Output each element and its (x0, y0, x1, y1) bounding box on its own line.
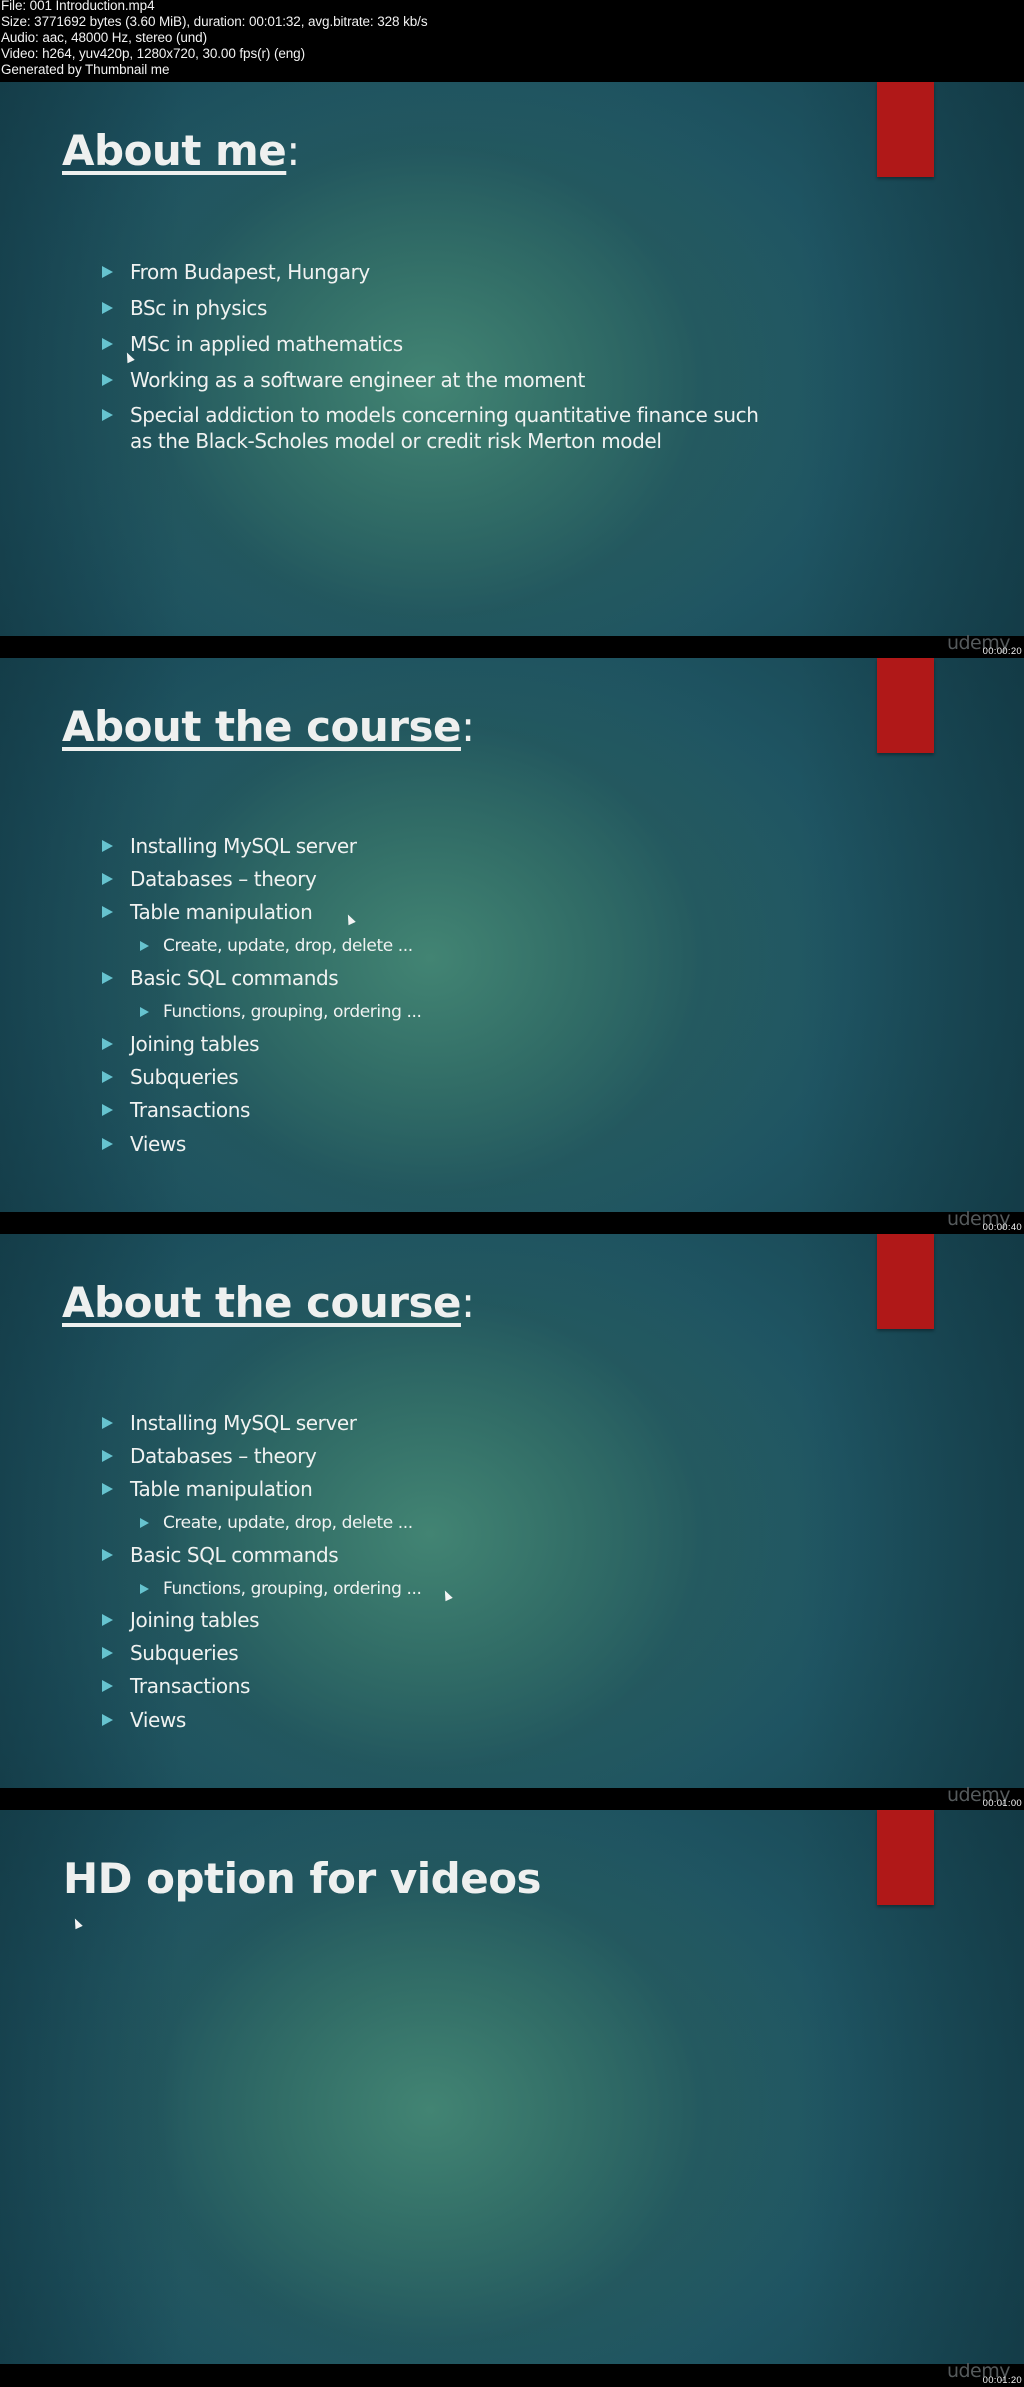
video-frame-2: About the course: Installing MySQL serve… (0, 658, 1024, 1212)
bullet-arrow-icon (102, 302, 113, 314)
bullet-text: Create, update, drop, delete ... (163, 1513, 413, 1533)
bullet-arrow-icon (102, 873, 113, 885)
bullet-text: Transactions (130, 1674, 251, 1698)
bullet-text: Databases – theory (130, 1444, 317, 1468)
accent-bar (877, 658, 934, 753)
frame-separator: udemy 00:01:20 (0, 2360, 1024, 2387)
accent-bar (877, 1234, 934, 1329)
slide-title-colon: : (286, 126, 300, 175)
bullet-arrow-icon (140, 1007, 149, 1017)
bullet-text: Basic SQL commands (130, 966, 339, 990)
bullet-text: as the Black-Scholes model or credit ris… (130, 429, 662, 453)
slide-title: About me: (62, 126, 300, 175)
bullet-arrow-icon (102, 1450, 113, 1462)
bullet-arrow-icon (140, 941, 149, 951)
bullet-text: Transactions (130, 1098, 251, 1122)
bullet-arrow-icon (102, 266, 113, 278)
bullet-text: Joining tables (130, 1032, 260, 1056)
frame-timestamp: 00:01:20 (982, 2375, 1022, 2386)
bullet-text: Views (130, 1132, 186, 1156)
bullet-text: BSc in physics (130, 296, 268, 320)
bullet-text: Functions, grouping, ordering ... (163, 1002, 422, 1022)
bullet-arrow-icon (102, 409, 113, 421)
file-size-line: Size: 3771692 bytes (3.60 MiB), duration… (1, 14, 428, 29)
bullet-text: Create, update, drop, delete ... (163, 936, 413, 956)
frame-timestamp: 00:00:40 (982, 1222, 1022, 1233)
bullet-text: Special addiction to models concerning q… (130, 403, 759, 427)
bullet-text: Table manipulation (130, 900, 313, 924)
bullet-text: Functions, grouping, ordering ... (163, 1579, 422, 1599)
audio-info-line: Audio: aac, 48000 Hz, stereo (und) (1, 30, 207, 45)
generator-line: Generated by Thumbnail me (1, 62, 170, 77)
slide-title: HD option for videos (63, 1854, 542, 1903)
accent-bar (877, 1810, 934, 1905)
slide-title: About the course: (62, 702, 475, 751)
bullet-arrow-icon (102, 1614, 113, 1626)
frame-separator: udemy 00:01:00 (0, 1784, 1024, 1810)
bullet-arrow-icon (102, 1138, 113, 1150)
bullet-arrow-icon (102, 906, 113, 918)
bullet-text: Databases – theory (130, 867, 317, 891)
bullet-text: Subqueries (130, 1641, 239, 1665)
bullet-arrow-icon (102, 840, 113, 852)
bullet-arrow-icon (102, 1647, 113, 1659)
video-frame-3: About the course: Installing MySQL serve… (0, 1234, 1024, 1788)
file-name-line: File: 001 Introduction.mp4 (1, 0, 155, 13)
bullet-arrow-icon (102, 1714, 113, 1726)
bullet-arrow-icon (102, 972, 113, 984)
bullet-arrow-icon (102, 1483, 113, 1495)
bullet-text: MSc in applied mathematics (130, 332, 403, 356)
bullet-text: Basic SQL commands (130, 1543, 339, 1567)
video-frame-1: About me: From Budapest, Hungary BSc in … (0, 82, 1024, 636)
video-frame-4: HD option for videos (0, 1810, 1024, 2364)
bullet-arrow-icon (102, 1071, 113, 1083)
bullet-text: From Budapest, Hungary (130, 260, 370, 284)
bullet-arrow-icon (102, 1038, 113, 1050)
slide-title: About the course: (62, 1278, 475, 1327)
mouse-cursor-icon (441, 1588, 453, 1602)
bullet-text: Installing MySQL server (130, 1411, 357, 1435)
bullet-arrow-icon (102, 374, 113, 386)
bullet-arrow-icon (140, 1518, 149, 1528)
slide-title-text: About me (62, 126, 287, 175)
bullet-text: Installing MySQL server (130, 834, 357, 858)
slide-title-text: About the course (62, 702, 461, 751)
slide-title-text: HD option for videos (63, 1854, 542, 1903)
file-info-header: File: 001 Introduction.mp4 Size: 3771692… (0, 0, 1024, 82)
bullet-text: Working as a software engineer at the mo… (130, 368, 585, 392)
bullet-arrow-icon (102, 1680, 113, 1692)
bullet-arrow-icon (102, 338, 113, 350)
bullet-arrow-icon (102, 1104, 113, 1116)
frame-separator: udemy 00:00:40 (0, 1208, 1024, 1234)
bullet-arrow-icon (102, 1549, 113, 1561)
bullet-text: Subqueries (130, 1065, 239, 1089)
mouse-cursor-icon (71, 1916, 83, 1930)
bullet-text: Views (130, 1708, 186, 1732)
frame-timestamp: 00:01:00 (982, 1798, 1022, 1809)
frame-timestamp: 00:00:20 (982, 646, 1022, 657)
accent-bar (877, 82, 934, 177)
bullet-text: Joining tables (130, 1608, 260, 1632)
video-info-line: Video: h264, yuv420p, 1280x720, 30.00 fp… (1, 46, 305, 61)
bullet-arrow-icon (102, 1417, 113, 1429)
bullet-text: Table manipulation (130, 1477, 313, 1501)
bullet-arrow-icon (140, 1584, 149, 1594)
slide-title-text: About the course (62, 1278, 461, 1327)
slide-title-colon: : (460, 702, 475, 751)
mouse-cursor-icon (344, 912, 356, 926)
slide-title-colon: : (460, 1278, 475, 1327)
frame-separator: udemy 00:00:20 (0, 632, 1024, 658)
